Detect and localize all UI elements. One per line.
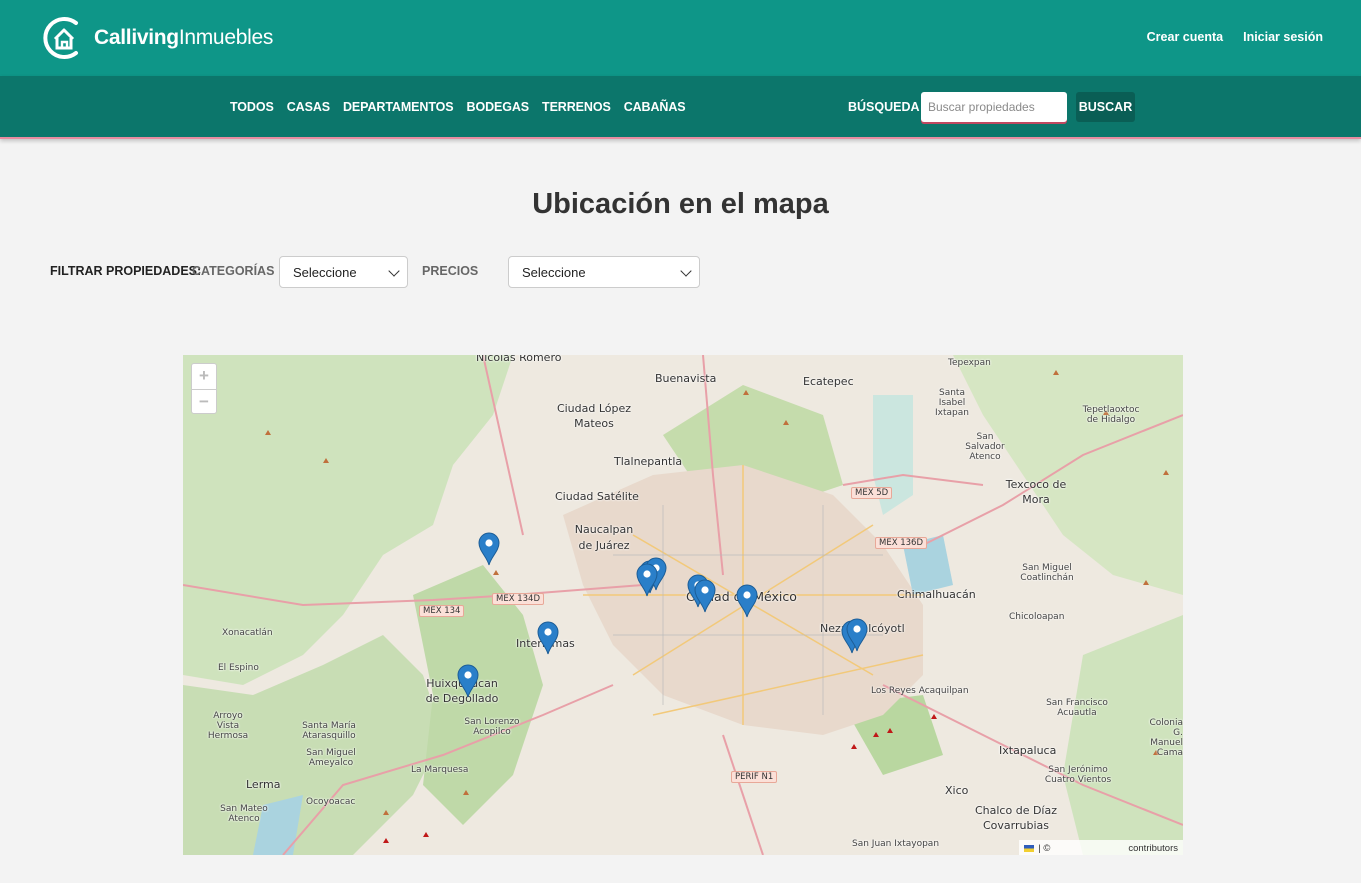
chevron-down-icon <box>388 265 400 277</box>
map-label: Ciudad López Mateos <box>556 402 632 430</box>
map-label: Los Reyes Acaquilpan <box>871 686 969 696</box>
map-zoom-control: + − <box>191 363 217 414</box>
map-label: Tepexpan <box>948 358 991 368</box>
map-label: San Mateo Atenco <box>220 804 268 824</box>
map-label: Buenavista <box>655 372 717 385</box>
map-label: Tepetlaoxtoc de Hidalgo <box>1082 405 1140 425</box>
road-shield: MEX 136D <box>875 537 927 549</box>
map-label: Santa Isabel Ixtapan <box>935 388 969 418</box>
category-filter-label: CATEGORÍAS <box>192 264 275 278</box>
price-filter-label: PRECIOS <box>422 264 479 278</box>
map-label: San Jerónimo Cuatro Vientos <box>1044 765 1112 785</box>
nav-cabanas[interactable]: CABAÑAS <box>624 100 686 114</box>
map-label: Xonacatlán <box>222 628 273 638</box>
property-marker[interactable] <box>736 584 758 618</box>
map-label: Chalco de Díaz Covarrubias <box>974 804 1057 832</box>
map-label: San Juan Ixtayopan <box>852 839 940 849</box>
search-button[interactable]: BUSCAR <box>1076 92 1135 122</box>
map-label: Arroyo Vista Hermosa <box>207 711 249 741</box>
map-label: San Lorenzo Acopilco <box>464 717 520 737</box>
nav-departamentos[interactable]: DEPARTAMENTOS <box>343 100 454 114</box>
login-link[interactable]: Iniciar sesión <box>1243 30 1323 44</box>
map-label: Ciudad Satélite <box>555 490 639 503</box>
property-marker[interactable] <box>457 664 479 698</box>
category-select[interactable]: Seleccione <box>279 256 408 288</box>
ukraine-flag-icon <box>1024 844 1035 852</box>
map-tiles <box>183 355 1183 855</box>
map-label: Chicoloapan <box>1009 612 1065 622</box>
house-c-logo-icon <box>43 17 78 59</box>
map-label: Nicolás Romero <box>476 355 562 364</box>
property-marker[interactable] <box>846 618 868 652</box>
property-marker[interactable] <box>537 621 559 655</box>
property-marker[interactable] <box>694 579 716 613</box>
page-title: Ubicación en el mapa <box>532 188 829 220</box>
search-label: BÚSQUEDA <box>848 100 920 114</box>
property-map[interactable]: Nicolás Romero Buenavista Ecatepec Ciuda… <box>183 355 1183 855</box>
nav-todos[interactable]: TODOS <box>230 100 274 114</box>
nav-terrenos[interactable]: TERRENOS <box>542 100 611 114</box>
brand-name: CallivingInmuebles <box>94 26 274 49</box>
map-label: Colonia G. Manuel Cama <box>1149 718 1183 758</box>
map-label: Chimalhuacán <box>897 588 976 601</box>
road-shield: MEX 134D <box>492 593 544 605</box>
map-label: Naucalpan de Juárez <box>574 523 634 552</box>
map-label: Ixtapaluca <box>999 744 1057 757</box>
map-label: San Salvador Atenco <box>965 432 1005 462</box>
road-shield: PERIF N1 <box>731 771 778 783</box>
map-label: Ocoyoacac <box>306 797 356 807</box>
map-label: Ecatepec <box>803 375 854 388</box>
chevron-down-icon <box>680 265 692 277</box>
road-shield: MEX 134 <box>419 605 465 617</box>
map-label: Tlalnepantla <box>614 455 683 468</box>
map-label: Lerma <box>246 778 281 791</box>
map-label: San Francisco Acuautla <box>1046 698 1108 718</box>
map-label: Texcoco de Mora <box>1005 478 1067 506</box>
price-select-value: Seleccione <box>522 265 586 280</box>
category-links: TODOS CASAS DEPARTAMENTOS BODEGAS TERREN… <box>230 100 686 114</box>
search-input[interactable] <box>921 92 1067 122</box>
category-nav-bar: TODOS CASAS DEPARTAMENTOS BODEGAS TERREN… <box>0 76 1361 139</box>
filter-main-label: FILTRAR PROPIEDADES: <box>50 264 202 278</box>
map-label: Santa María Atarasquillo <box>302 721 356 741</box>
category-select-value: Seleccione <box>293 265 357 280</box>
zoom-in-button[interactable]: + <box>192 364 216 389</box>
top-header: CallivingInmuebles Crear cuenta Iniciar … <box>0 0 1361 76</box>
brand-logo[interactable]: CallivingInmuebles <box>42 14 273 62</box>
price-select[interactable]: Seleccione <box>508 256 700 288</box>
map-label: San Miguel Coatlinchán <box>1020 563 1074 583</box>
create-account-link[interactable]: Crear cuenta <box>1147 30 1223 44</box>
attribution-text[interactable]: contributors <box>1128 843 1178 854</box>
map-label: La Marquesa <box>411 765 469 775</box>
zoom-out-button[interactable]: − <box>192 389 216 414</box>
map-label: San Miguel Ameyalco <box>306 748 356 768</box>
property-marker[interactable] <box>636 563 658 597</box>
nav-casas[interactable]: CASAS <box>287 100 330 114</box>
attribution-prefix: | © <box>1038 842 1051 854</box>
auth-links: Crear cuenta Iniciar sesión <box>1147 30 1323 44</box>
map-label: El Espino <box>218 663 259 673</box>
map-attribution: | © contributors <box>1019 840 1183 855</box>
road-shield: MEX 5D <box>851 487 893 499</box>
map-label: Xico <box>945 784 969 797</box>
nav-bodegas[interactable]: BODEGAS <box>467 100 530 114</box>
property-marker[interactable] <box>478 532 500 566</box>
